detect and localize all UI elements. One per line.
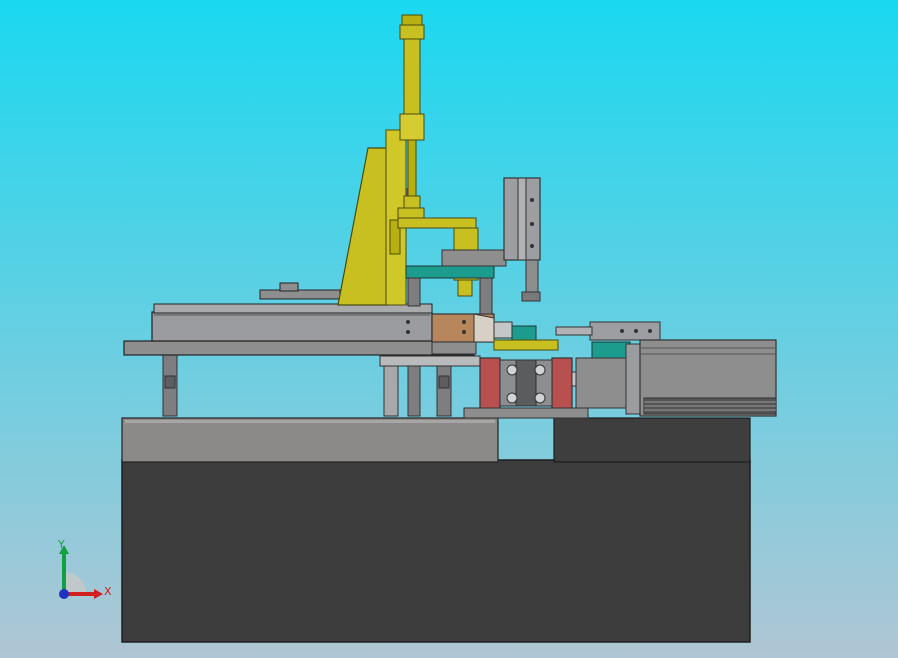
machine-assembly-model[interactable]	[0, 0, 898, 658]
servo-motor	[625, 339, 777, 417]
left-table	[123, 282, 481, 367]
triad-y-label: Y	[58, 538, 65, 551]
vertical-slide	[503, 177, 541, 302]
triad-x-arrow	[94, 589, 103, 599]
copper-block	[431, 313, 495, 355]
triad-z-origin	[59, 589, 69, 599]
graphics-viewport[interactable]: Y X	[0, 0, 898, 658]
coordinate-triad: Y X	[48, 536, 118, 610]
base-cabinet	[121, 417, 751, 643]
triad-x-label: X	[104, 585, 112, 598]
